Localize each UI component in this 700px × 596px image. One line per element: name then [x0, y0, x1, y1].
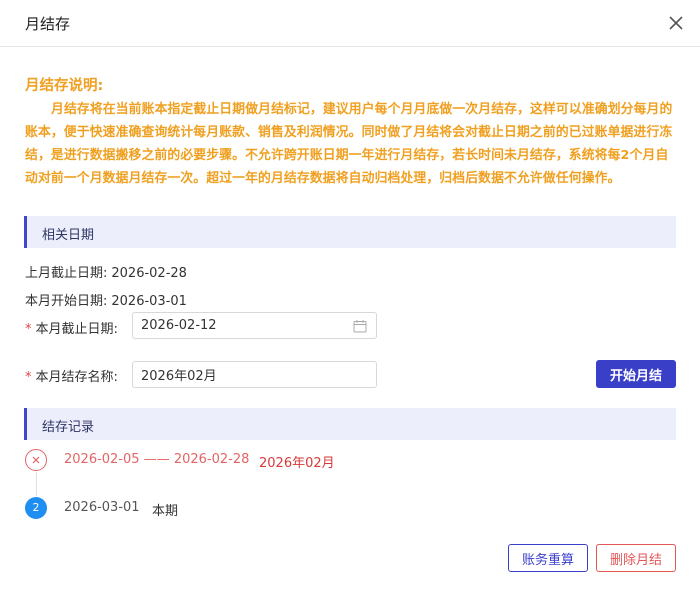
notice-body: 月结存将在当前账本指定截止日期做月结标记，建议用户每个月月底做一次月结存，这样可…	[25, 102, 673, 186]
dates-section-header: 相关日期	[24, 216, 676, 248]
last-month-end-value: 2026-02-28	[111, 266, 187, 281]
x-circle-icon	[25, 449, 47, 471]
month-close-dialog: 月结存 月结存说明: 月结存将在当前账本指定截止日期做月结标记，建议用户每个月月…	[0, 0, 700, 596]
calendar-icon[interactable]	[353, 318, 367, 333]
record-name: 2026年02月	[259, 456, 335, 471]
dialog-header: 月结存	[0, 0, 700, 47]
record-date: 2026-03-01	[64, 500, 140, 515]
dialog-title: 月结存	[25, 15, 71, 33]
close-icon[interactable]	[664, 11, 688, 35]
last-month-end-label: 上月截止日期:	[25, 266, 108, 281]
records-section-title: 结存记录	[42, 420, 95, 435]
timeline-connector	[36, 472, 37, 496]
notice-title: 月结存说明:	[25, 78, 104, 94]
dates-section-title: 相关日期	[42, 228, 95, 243]
records-section-header: 结存记录	[24, 408, 676, 440]
this-month-start-label: 本月开始日期:	[25, 294, 108, 309]
timeline-index-badge: 2	[25, 497, 47, 519]
month-close-name-input[interactable]	[132, 361, 377, 388]
this-month-end-label: * 本月截止日期:	[25, 322, 118, 337]
this-month-end-date-input[interactable]	[132, 312, 377, 339]
delete-month-close-button[interactable]: 删除月结	[596, 544, 676, 572]
required-mark: *	[25, 370, 32, 385]
record-current-period: 本期	[152, 504, 179, 519]
this-month-start: 本月开始日期: 2026-03-01	[25, 290, 187, 309]
record-range: 2026-02-05 —— 2026-02-28	[64, 452, 250, 467]
this-month-start-value: 2026-03-01	[111, 294, 187, 309]
required-mark: *	[25, 322, 32, 337]
start-month-close-button[interactable]: 开始月结	[596, 360, 676, 388]
month-close-name-label: * 本月结存名称:	[25, 370, 118, 385]
recalculate-accounts-button[interactable]: 账务重算	[508, 544, 588, 572]
last-month-end: 上月截止日期: 2026-02-28	[25, 262, 187, 281]
